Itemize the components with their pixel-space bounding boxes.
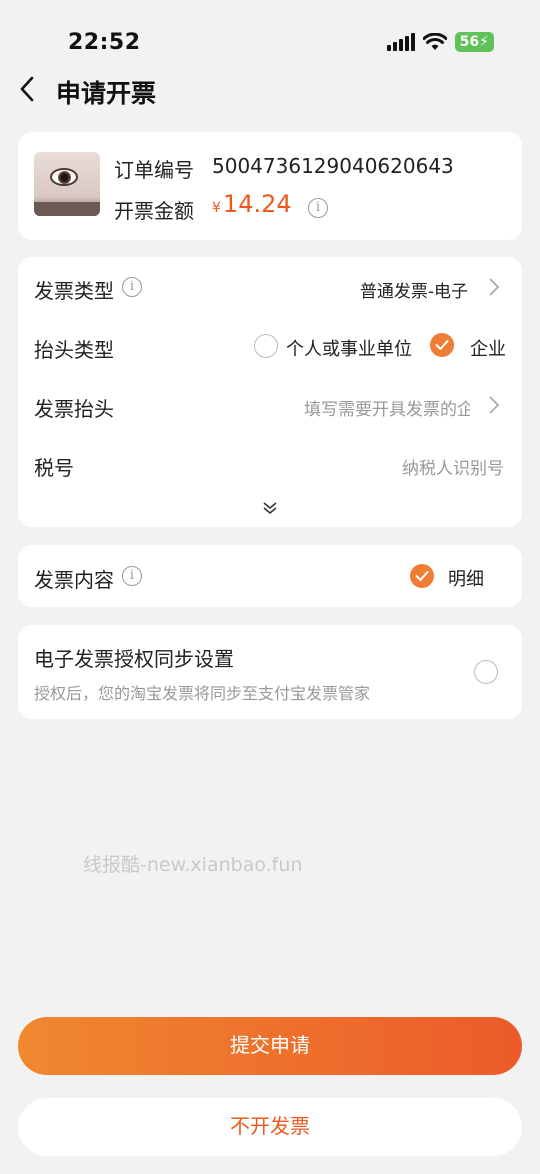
battery-icon: 56⚡ <box>454 32 494 52</box>
auth-sync-title: 电子发票授权同步设置 <box>34 647 234 671</box>
status-time: 22:52 <box>68 30 141 55</box>
invoice-content-card: 发票内容 i 明细 <box>18 545 522 607</box>
chevron-right-icon[interactable] <box>488 395 500 415</box>
info-icon[interactable]: i <box>122 566 142 586</box>
invoice-type-label: 发票类型 <box>34 279 114 303</box>
nav-bar: 申请开票 <box>0 66 540 116</box>
page-title: 申请开票 <box>56 79 157 108</box>
currency-symbol: ¥ <box>212 200 221 216</box>
chevron-right-icon[interactable] <box>488 277 500 297</box>
invoice-type-value[interactable]: 普通发票-电子 <box>360 277 468 302</box>
check-icon <box>435 340 449 350</box>
product-thumbnail <box>34 152 100 216</box>
watermark: 线报酷-new.xianbao.fun <box>83 854 303 876</box>
auth-sync-card: 电子发票授权同步设置 授权后，您的淘宝发票将同步至支付宝发票管家 <box>18 625 522 719</box>
expand-more-icon[interactable] <box>262 500 278 516</box>
invoice-form-card: 发票类型 i 普通发票-电子 抬头类型 个人或事业单位 企业 发票抬头 填写需要… <box>18 257 522 527</box>
invoice-header-label: 发票抬头 <box>34 397 114 421</box>
back-icon[interactable] <box>14 72 44 106</box>
amount-value: 14.24 <box>222 190 292 218</box>
tax-number-input[interactable]: 纳税人识别号 <box>402 454 504 479</box>
invoice-amount-label: 开票金额 <box>114 199 194 223</box>
order-number: 5004736129040620643 <box>212 154 454 178</box>
radio-detail-label[interactable]: 明细 <box>448 565 484 591</box>
invoice-content-label: 发票内容 <box>34 568 114 592</box>
signal-icon <box>386 33 415 51</box>
info-icon[interactable]: i <box>122 277 142 297</box>
radio-detail[interactable] <box>410 564 434 588</box>
auth-sync-toggle[interactable] <box>474 660 498 684</box>
header-type-label: 抬头类型 <box>34 338 114 362</box>
auth-sync-desc: 授权后，您的淘宝发票将同步至支付宝发票管家 <box>34 684 371 703</box>
submit-button[interactable]: 提交申请 <box>18 1017 522 1075</box>
invoice-header-input[interactable]: 填写需要开具发票的企业名称 <box>304 395 470 420</box>
status-icons: 56⚡ <box>386 32 494 52</box>
radio-personal[interactable] <box>254 334 278 358</box>
info-icon[interactable]: i <box>308 198 328 218</box>
order-number-label: 订单编号 <box>114 158 194 182</box>
radio-enterprise-label[interactable]: 企业 <box>470 335 506 361</box>
order-card: 订单编号 5004736129040620643 开票金额 ¥ 14.24 i <box>18 132 522 240</box>
check-icon <box>415 571 429 581</box>
wifi-icon <box>422 33 447 50</box>
tax-number-label: 税号 <box>34 456 74 480</box>
radio-enterprise[interactable] <box>430 333 454 357</box>
invoice-amount: ¥ 14.24 <box>212 190 292 218</box>
radio-personal-label[interactable]: 个人或事业单位 <box>286 335 412 361</box>
no-invoice-button[interactable]: 不开发票 <box>18 1098 522 1156</box>
